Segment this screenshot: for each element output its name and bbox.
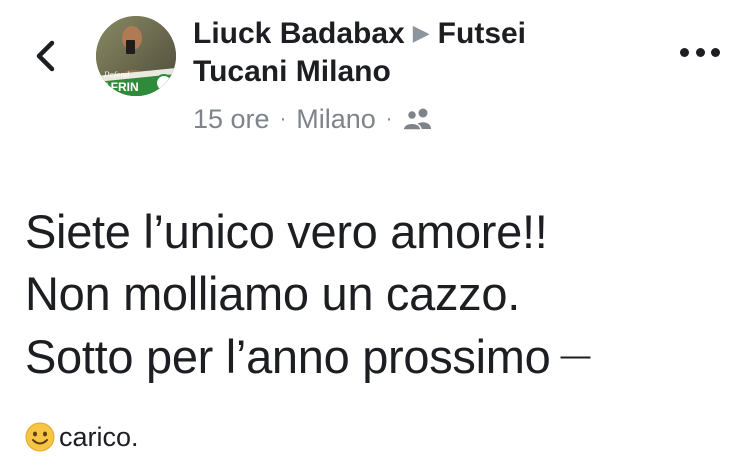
more-dot-icon bbox=[680, 47, 689, 57]
chevron-left-icon bbox=[36, 40, 55, 72]
post-header: Liuck Badabax ▶ Futsei Tucani Milano 15 or… bbox=[193, 14, 633, 135]
group-name-line1[interactable]: Futsei bbox=[438, 17, 526, 50]
feeling-label: carico. bbox=[59, 421, 139, 452]
avatar-overlay-small: Defend bbox=[103, 71, 130, 79]
post-text: Siete l’unico vero amore!! Non molliamo … bbox=[25, 201, 745, 388]
back-button[interactable] bbox=[30, 38, 60, 74]
group-name-line2[interactable]: Tucani Milano bbox=[193, 53, 633, 91]
friends-icon[interactable] bbox=[402, 107, 434, 131]
post-location[interactable]: Milano bbox=[296, 103, 376, 135]
avatar-overlay-text: AFRIN bbox=[102, 80, 139, 94]
post-meta: 15 ore · Milano · bbox=[193, 103, 633, 135]
avatar-image: Defend AFRIN bbox=[96, 16, 176, 96]
more-dot-icon bbox=[711, 47, 720, 57]
more-options-button[interactable] bbox=[680, 40, 720, 64]
post-text-line: Siete l’unico vero amore!! bbox=[25, 205, 548, 258]
feeling-dash: — bbox=[560, 339, 591, 372]
share-arrow-icon: ▶ bbox=[412, 20, 430, 45]
post-text-line: Non molliamo un cazzo. bbox=[25, 267, 520, 320]
avatar[interactable]: Defend AFRIN bbox=[96, 16, 176, 96]
more-dot-icon bbox=[695, 47, 705, 57]
post-title: Liuck Badabax ▶ Futsei bbox=[193, 14, 633, 53]
smiling-face-emoji-icon bbox=[25, 422, 55, 452]
post-time[interactable]: 15 ore bbox=[193, 103, 270, 135]
author-name[interactable]: Liuck Badabax bbox=[193, 17, 405, 50]
post-text-line: Sotto per l’anno prossimo — bbox=[25, 330, 591, 383]
meta-separator: · bbox=[385, 108, 393, 130]
meta-separator: · bbox=[279, 108, 287, 130]
feeling-activity[interactable]: carico. bbox=[25, 418, 139, 456]
